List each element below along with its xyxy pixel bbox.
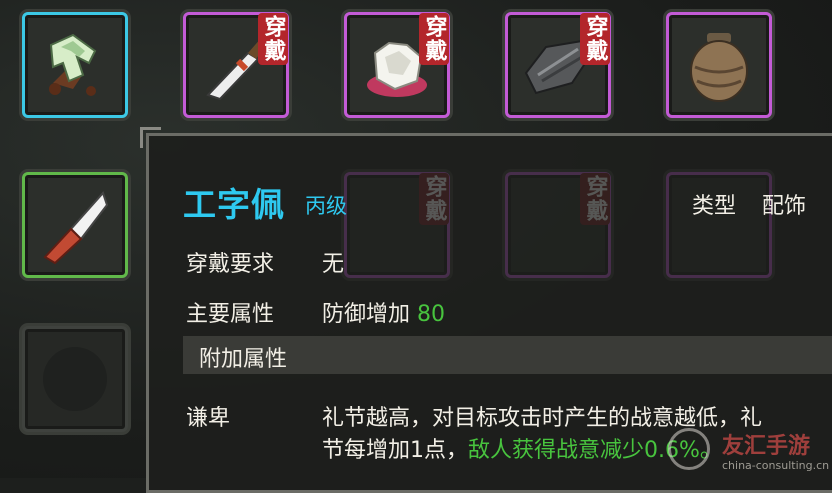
requirement-label: 穿戴要求 [186,252,275,277]
watermark-url: china-consulting.cn [722,459,830,472]
equipped-badge: 穿戴 [419,173,449,225]
ghost-item-slot: 穿戴 [505,172,611,278]
item-slot-blade[interactable]: 穿戴 [183,12,289,118]
equipped-badge: 穿戴 [419,13,449,65]
skill-description-white: 节每增加1点， [322,438,468,463]
item-grade: 丙级 [305,194,347,218]
item-slot-jade-pendant[interactable] [22,12,128,118]
equipped-badge: 穿戴 [258,13,288,65]
skill-description-line1: 礼节越高，对目标攻击时产生的战意越低，礼 [322,406,763,431]
skill-name: 谦卑 [186,406,231,431]
watermark-brand: 友汇手游 [722,434,811,459]
main-attribute-label: 主要属性 [186,302,275,327]
item-slot-leather-armor[interactable]: 穿戴 [505,12,611,118]
equipped-badge: 穿戴 [580,173,610,225]
item-slot-knife[interactable] [22,172,128,278]
jade-pendant-icon [49,33,97,96]
item-type-value: 配饰 [762,194,807,219]
ghost-item-slot: 穿戴 [344,172,450,278]
item-slot-white-fur[interactable]: 穿戴 [344,12,450,118]
panel-corner-ornament [140,127,161,148]
skill-description-line2: 节每增加1点，敌人获得战意减少0.6%。 [322,432,722,464]
requirement-value: 无 [322,252,345,277]
empty-slot-icon [43,347,107,411]
main-attribute-name: 防御增加 [322,302,411,327]
knife-icon [43,191,109,265]
extra-attribute-header: 附加属性 [199,347,288,372]
main-attribute-text: 防御增加 80 [322,296,445,328]
main-attribute-value: 80 [417,302,446,327]
equipped-badge: 穿戴 [580,13,610,65]
clay-jar-icon [690,33,748,102]
item-type-label: 类型 [692,194,737,219]
item-name: 工字佩 [183,185,285,224]
item-slot-empty[interactable] [22,326,128,432]
watermark-logo-icon [668,428,710,470]
item-slot-clay-jar[interactable] [666,12,772,118]
